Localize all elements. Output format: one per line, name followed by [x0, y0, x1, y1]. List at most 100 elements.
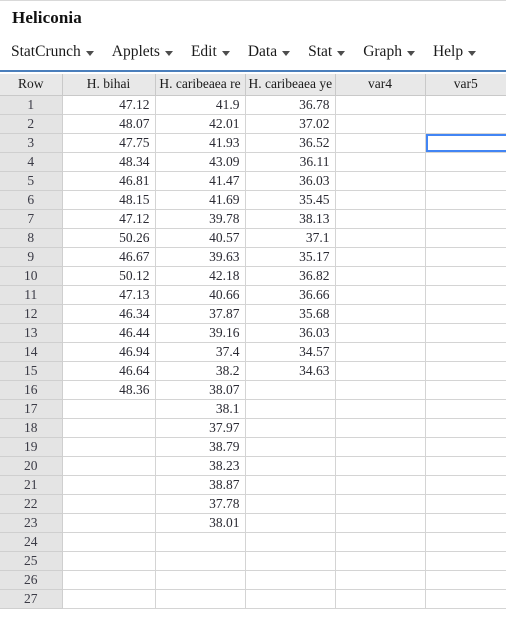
cell-var5[interactable] — [425, 95, 506, 115]
cell-var4[interactable] — [335, 570, 426, 590]
cell-h-bihai[interactable]: 47.12 — [62, 95, 156, 115]
cell-var5[interactable] — [425, 228, 506, 248]
cell-h-caribeaea-ye[interactable] — [245, 494, 336, 514]
cell-h-bihai[interactable]: 47.12 — [62, 209, 156, 229]
cell-h-bihai[interactable]: 48.07 — [62, 114, 156, 134]
cell-var5[interactable] — [425, 266, 506, 286]
cell-h-caribeaea-re[interactable]: 37.78 — [155, 494, 246, 514]
cell-var4[interactable] — [335, 133, 426, 153]
cell-h-caribeaea-re[interactable]: 38.79 — [155, 437, 246, 457]
cell-h-caribeaea-ye[interactable]: 36.52 — [245, 133, 336, 153]
cell-h-caribeaea-ye[interactable]: 36.11 — [245, 152, 336, 172]
cell-var5[interactable] — [425, 475, 506, 495]
cell-h-caribeaea-ye[interactable]: 36.78 — [245, 95, 336, 115]
cell-h-caribeaea-ye[interactable]: 35.17 — [245, 247, 336, 267]
cell-h-caribeaea-ye[interactable] — [245, 551, 336, 571]
cell-var4[interactable] — [335, 589, 426, 609]
cell-h-bihai[interactable] — [62, 475, 156, 495]
cell-var5[interactable] — [425, 304, 506, 324]
row-number-cell[interactable]: 19 — [0, 437, 63, 457]
menu-item-graph[interactable]: Graph — [363, 43, 415, 61]
cell-h-caribeaea-ye[interactable]: 34.63 — [245, 361, 336, 381]
cell-h-caribeaea-re[interactable]: 38.2 — [155, 361, 246, 381]
cell-h-caribeaea-ye[interactable] — [245, 380, 336, 400]
cell-var4[interactable] — [335, 95, 426, 115]
cell-h-caribeaea-ye[interactable]: 35.45 — [245, 190, 336, 210]
cell-var4[interactable] — [335, 494, 426, 514]
column-header-hbihai[interactable]: H. bihai — [62, 74, 156, 96]
cell-var4[interactable] — [335, 475, 426, 495]
column-header-hcaryel[interactable]: H. caribeaea ye — [245, 74, 336, 96]
cell-h-bihai[interactable]: 46.67 — [62, 247, 156, 267]
cell-var5[interactable] — [425, 285, 506, 305]
cell-var5[interactable] — [425, 209, 506, 229]
cell-h-bihai[interactable]: 46.64 — [62, 361, 156, 381]
menu-item-help[interactable]: Help — [433, 43, 477, 61]
row-number-cell[interactable]: 2 — [0, 114, 63, 134]
cell-h-caribeaea-re[interactable]: 40.57 — [155, 228, 246, 248]
row-number-cell[interactable]: 6 — [0, 190, 63, 210]
cell-var4[interactable] — [335, 247, 426, 267]
row-number-cell[interactable]: 4 — [0, 152, 63, 172]
cell-h-caribeaea-ye[interactable]: 36.82 — [245, 266, 336, 286]
cell-var5[interactable] — [425, 342, 506, 362]
cell-h-caribeaea-re[interactable]: 40.66 — [155, 285, 246, 305]
menu-item-applets[interactable]: Applets — [112, 43, 173, 61]
cell-var4[interactable] — [335, 418, 426, 438]
row-number-cell[interactable]: 5 — [0, 171, 63, 191]
cell-var4[interactable] — [335, 513, 426, 533]
cell-h-caribeaea-re[interactable]: 39.63 — [155, 247, 246, 267]
row-number-cell[interactable]: 22 — [0, 494, 63, 514]
cell-var4[interactable] — [335, 399, 426, 419]
row-number-cell[interactable]: 11 — [0, 285, 63, 305]
cell-var5[interactable] — [425, 456, 506, 476]
cell-var4[interactable] — [335, 361, 426, 381]
cell-var5[interactable] — [425, 418, 506, 438]
cell-h-bihai[interactable] — [62, 570, 156, 590]
cell-h-bihai[interactable]: 46.94 — [62, 342, 156, 362]
cell-h-caribeaea-re[interactable]: 43.09 — [155, 152, 246, 172]
cell-var5[interactable] — [425, 114, 506, 134]
cell-h-caribeaea-re[interactable]: 37.87 — [155, 304, 246, 324]
row-number-cell[interactable]: 3 — [0, 133, 63, 153]
row-number-cell[interactable]: 25 — [0, 551, 63, 571]
menu-item-edit[interactable]: Edit — [191, 43, 230, 61]
row-number-cell[interactable]: 12 — [0, 304, 63, 324]
row-number-cell[interactable]: 15 — [0, 361, 63, 381]
cell-var5[interactable] — [425, 190, 506, 210]
cell-h-caribeaea-re[interactable]: 39.78 — [155, 209, 246, 229]
column-header-row[interactable]: Row — [0, 74, 63, 96]
cell-h-caribeaea-re[interactable]: 42.18 — [155, 266, 246, 286]
menu-item-stat[interactable]: Stat — [308, 43, 346, 61]
column-header-hcarred[interactable]: H. caribeaea re — [155, 74, 246, 96]
row-number-cell[interactable]: 21 — [0, 475, 63, 495]
cell-h-caribeaea-ye[interactable] — [245, 475, 336, 495]
cell-h-caribeaea-re[interactable]: 37.97 — [155, 418, 246, 438]
cell-h-caribeaea-ye[interactable] — [245, 418, 336, 438]
cell-var4[interactable] — [335, 304, 426, 324]
cell-h-bihai[interactable]: 50.26 — [62, 228, 156, 248]
cell-h-caribeaea-re[interactable] — [155, 532, 246, 552]
cell-h-caribeaea-ye[interactable]: 37.02 — [245, 114, 336, 134]
cell-h-caribeaea-re[interactable]: 37.4 — [155, 342, 246, 362]
row-number-cell[interactable]: 20 — [0, 456, 63, 476]
cell-h-bihai[interactable] — [62, 399, 156, 419]
cell-h-bihai[interactable]: 48.34 — [62, 152, 156, 172]
row-number-cell[interactable]: 16 — [0, 380, 63, 400]
cell-h-caribeaea-re[interactable]: 38.01 — [155, 513, 246, 533]
cell-h-bihai[interactable] — [62, 456, 156, 476]
cell-h-bihai[interactable] — [62, 589, 156, 609]
row-number-cell[interactable]: 13 — [0, 323, 63, 343]
row-number-cell[interactable]: 24 — [0, 532, 63, 552]
cell-var5[interactable] — [425, 494, 506, 514]
cell-h-caribeaea-ye[interactable] — [245, 513, 336, 533]
cell-h-caribeaea-ye[interactable]: 35.68 — [245, 304, 336, 324]
row-number-cell[interactable]: 18 — [0, 418, 63, 438]
cell-h-caribeaea-re[interactable]: 41.9 — [155, 95, 246, 115]
cell-var5[interactable] — [425, 361, 506, 381]
column-header-var4[interactable]: var4 — [335, 74, 426, 96]
cell-var4[interactable] — [335, 532, 426, 552]
selected-cell[interactable] — [425, 133, 506, 153]
data-grid[interactable]: Row H. bihai H. caribeaea re H. caribeae… — [0, 74, 506, 629]
cell-var4[interactable] — [335, 190, 426, 210]
